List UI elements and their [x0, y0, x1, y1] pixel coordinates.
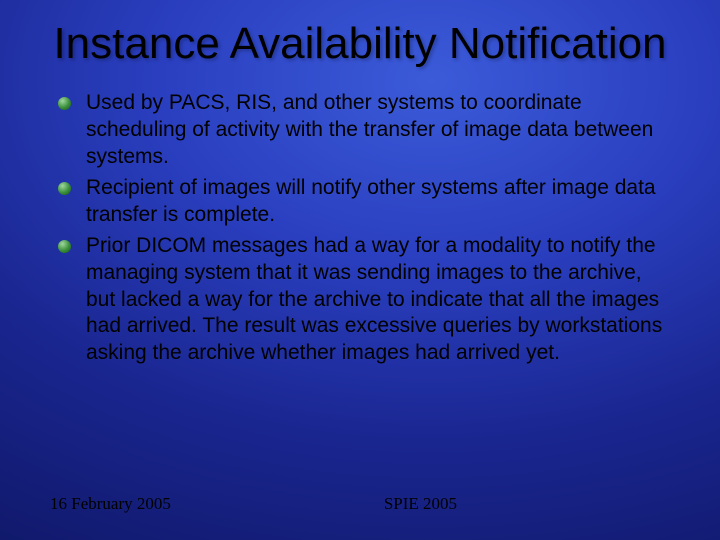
footer: 16 February 2005 SPIE 2005 [50, 494, 670, 514]
slide-title: Instance Availability Notification [50, 20, 670, 68]
slide: Instance Availability Notification Used … [0, 0, 720, 540]
bullet-list: Used by PACS, RIS, and other systems to … [50, 90, 670, 367]
footer-date: 16 February 2005 [50, 494, 171, 514]
list-item: Used by PACS, RIS, and other systems to … [58, 90, 670, 171]
list-item: Recipient of images will notify other sy… [58, 175, 670, 229]
bullet-text: Recipient of images will notify other sy… [86, 176, 656, 226]
bullet-icon [58, 240, 71, 253]
bullet-icon [58, 97, 71, 110]
bullet-icon [58, 182, 71, 195]
bullet-text: Used by PACS, RIS, and other systems to … [86, 91, 653, 168]
bullet-text: Prior DICOM messages had a way for a mod… [86, 234, 662, 365]
list-item: Prior DICOM messages had a way for a mod… [58, 233, 670, 367]
